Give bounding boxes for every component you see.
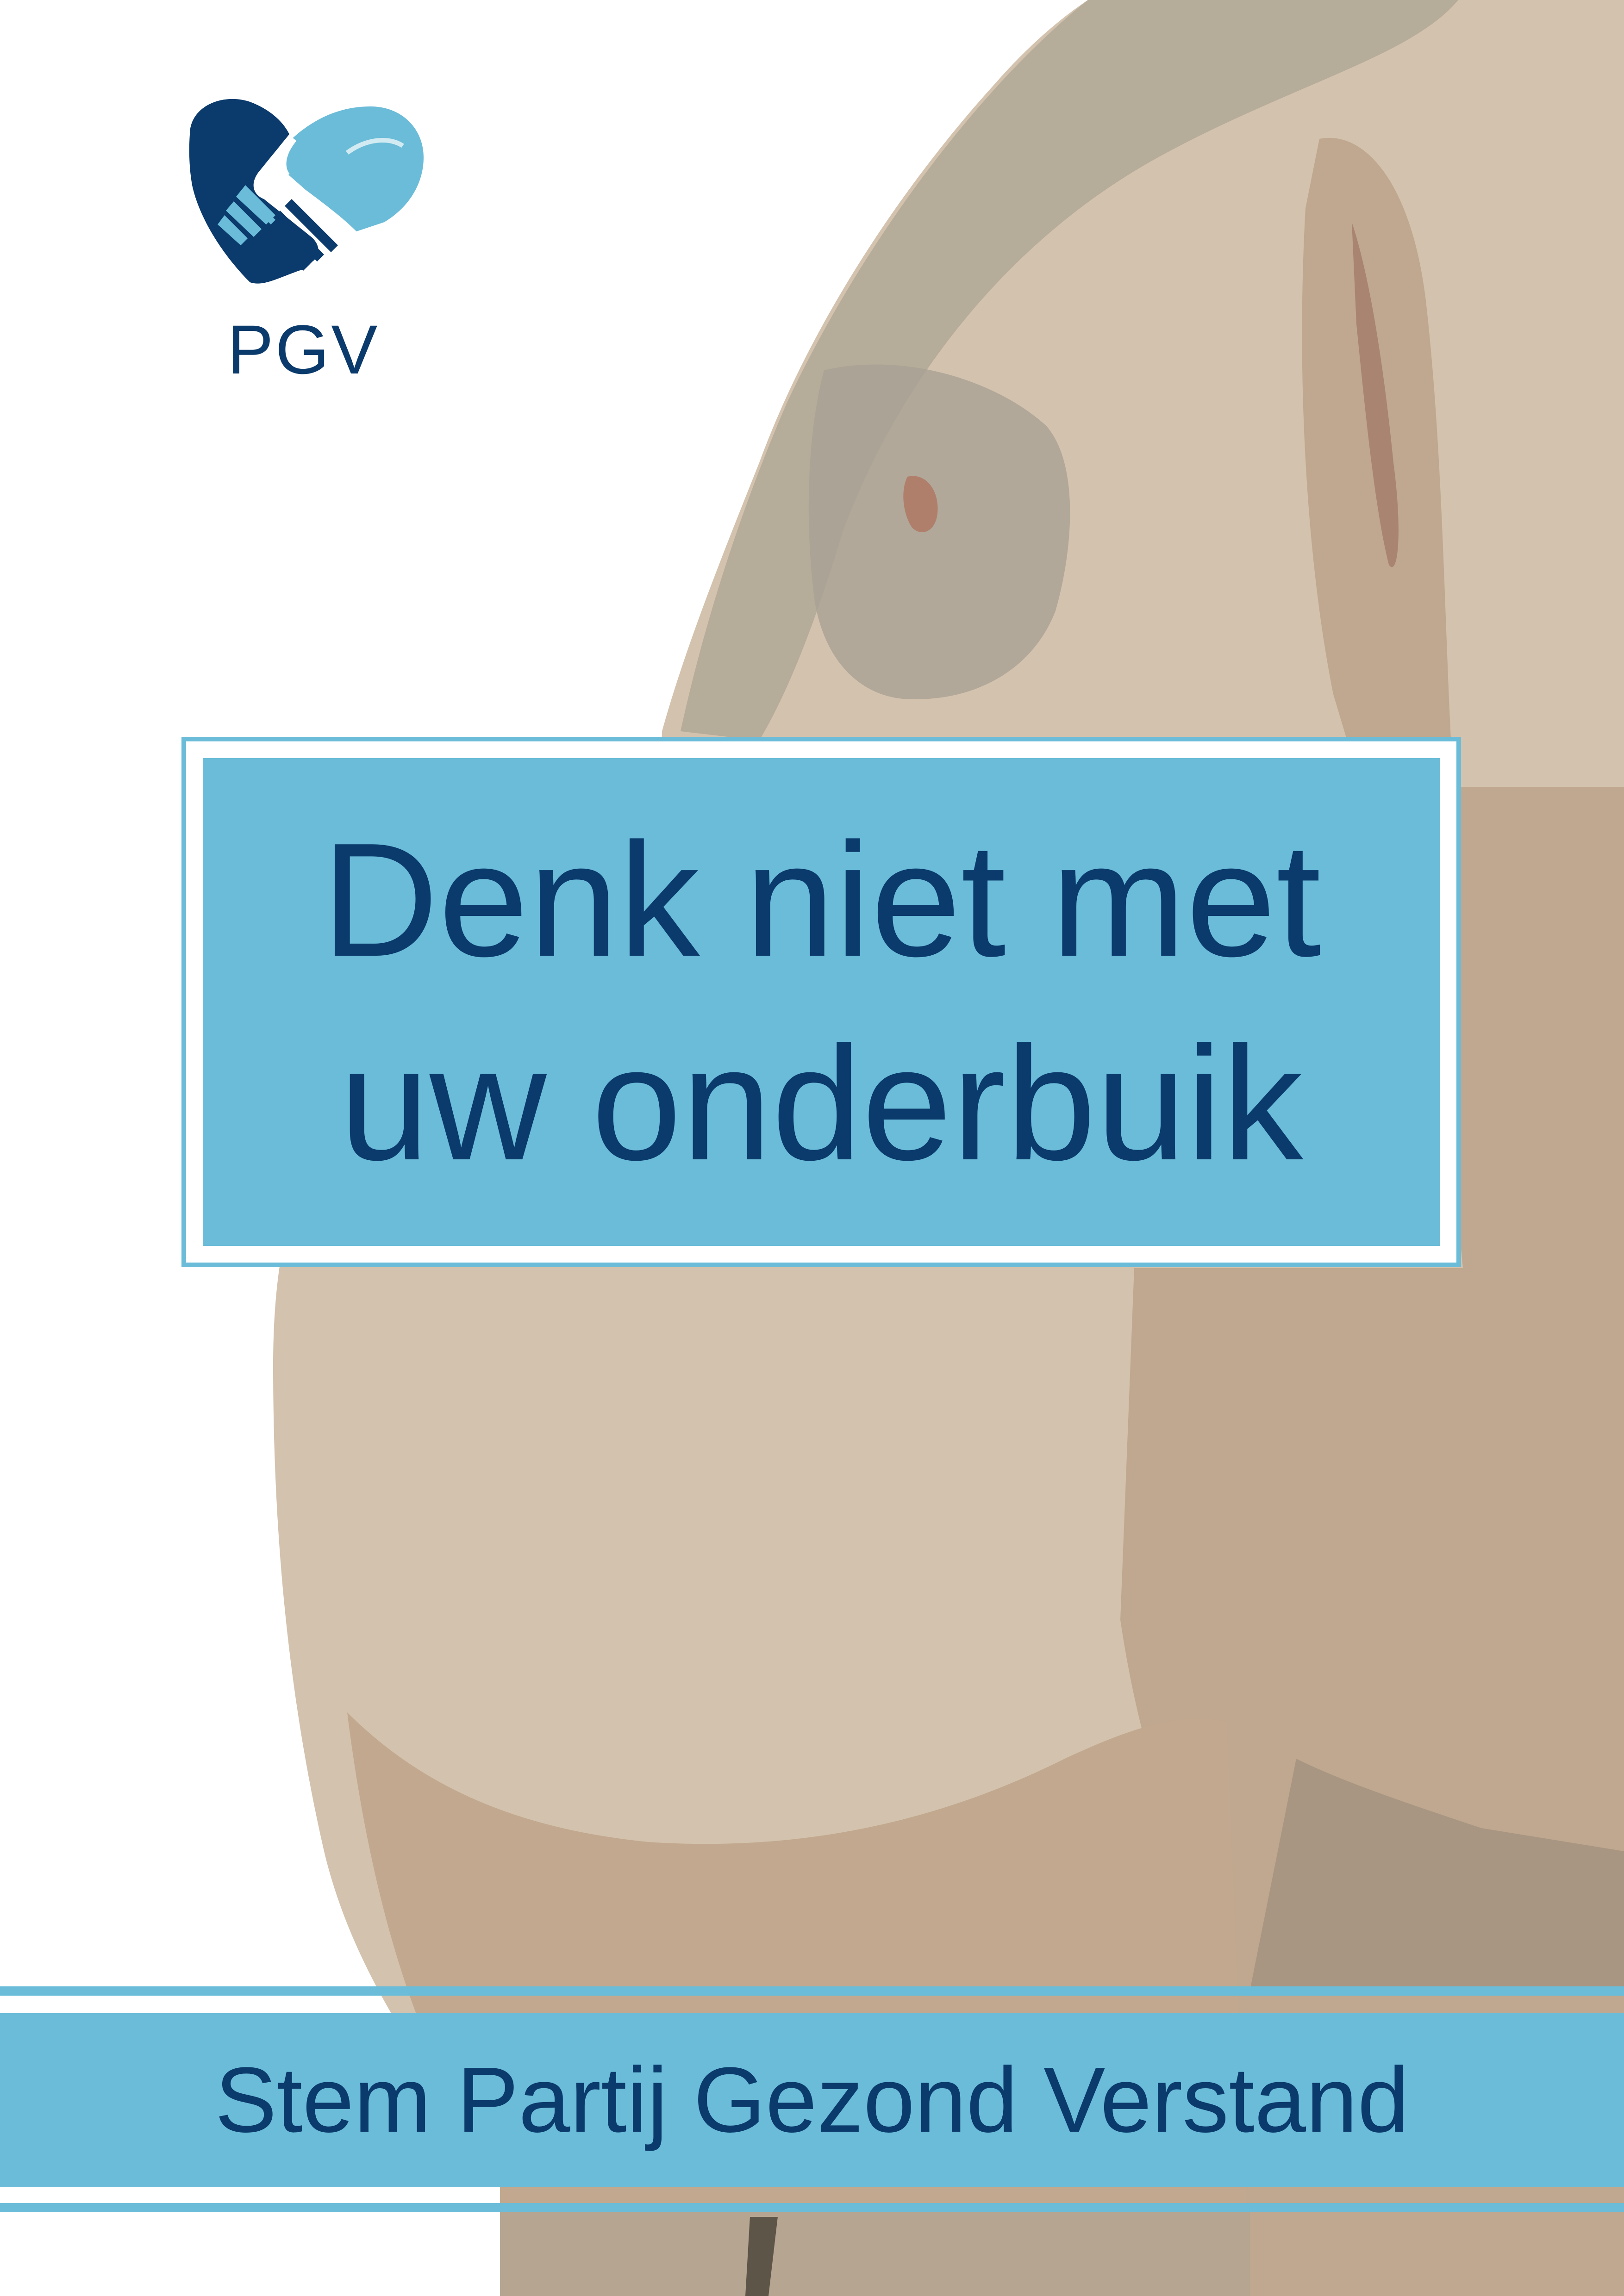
headline-frame: Denk niet met uw onderbuik (181, 737, 1461, 1267)
headline-box: Denk niet met uw onderbuik (203, 758, 1440, 1246)
handshake-heart-icon (189, 99, 424, 284)
pgv-logo: PGV (171, 93, 435, 398)
footer-slogan: Stem Partij Gezond Verstand (215, 2048, 1409, 2152)
headline-line-2: uw onderbuik (339, 1013, 1303, 1194)
poster: PGV Denk niet met uw onderbuik Stem Part… (0, 0, 1624, 2296)
logo-text: PGV (227, 311, 380, 388)
footer-band: Stem Partij Gezond Verstand (0, 2013, 1624, 2187)
headline-frame-inner: Denk niet met uw onderbuik (186, 741, 1456, 1263)
footer-stripe-top (0, 1986, 1624, 1996)
headline-line-1: Denk niet met (321, 809, 1321, 990)
footer-stripe-bottom (0, 2203, 1624, 2212)
